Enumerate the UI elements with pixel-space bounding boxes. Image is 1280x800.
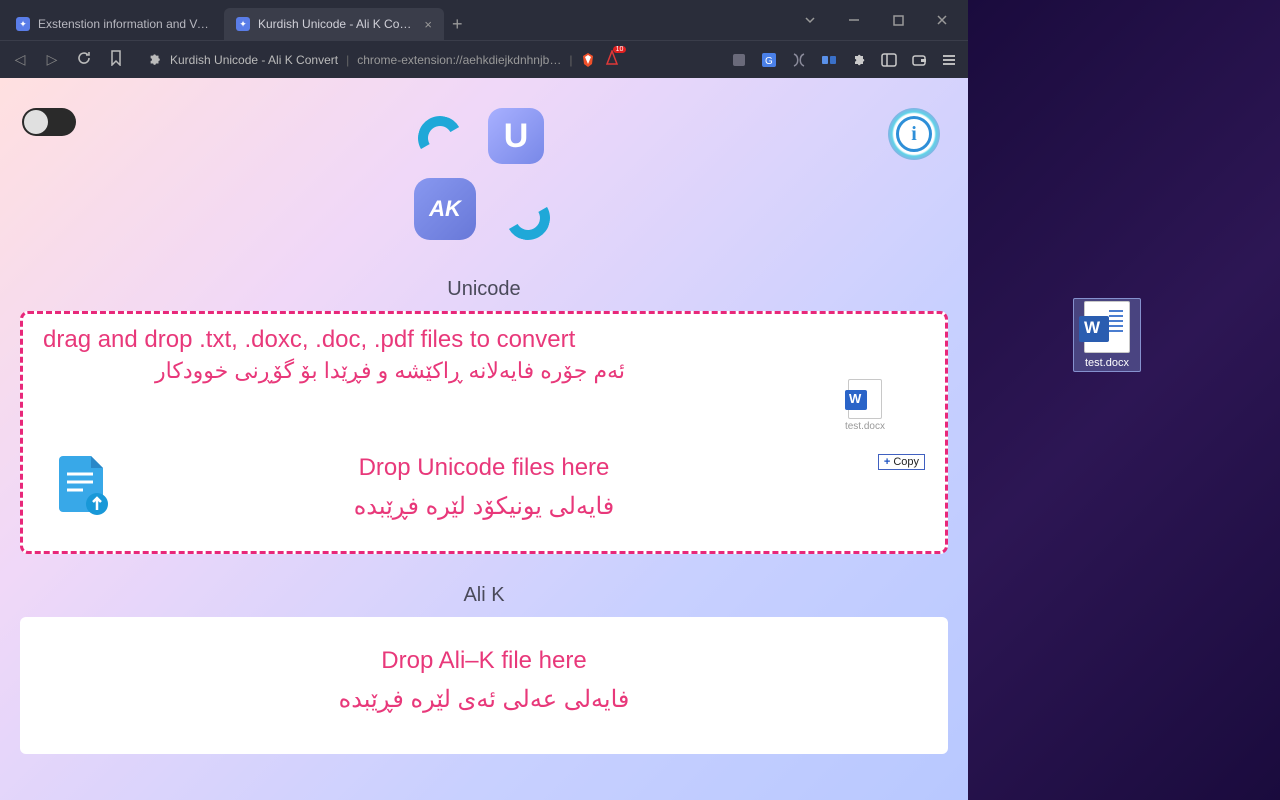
shield-badge: 10 bbox=[613, 46, 627, 53]
sidebar-icon[interactable] bbox=[880, 51, 898, 69]
address-bar[interactable]: Kurdish Unicode - Ali K Convert | chrome… bbox=[138, 46, 718, 73]
shield-icon[interactable]: 10 bbox=[604, 50, 620, 69]
plus-icon: + bbox=[884, 456, 890, 468]
desktop[interactable]: test.docx bbox=[968, 0, 1280, 800]
tab-title: Exstenstion information and Version bbox=[38, 17, 212, 31]
svg-text:G: G bbox=[765, 56, 773, 67]
page-content: i U AK Unicode drag and drop .txt, .doxc… bbox=[0, 78, 968, 800]
extension-icon bbox=[148, 53, 162, 67]
brave-icon[interactable] bbox=[580, 52, 596, 68]
drop-label-en: Drop Unicode files here bbox=[43, 454, 925, 482]
window-minimize-icon[interactable] bbox=[832, 5, 876, 35]
browser-window: ✦ Exstenstion information and Version ✦ … bbox=[0, 0, 968, 800]
ext-translate-icon[interactable]: G bbox=[760, 51, 778, 69]
info-button[interactable]: i bbox=[888, 108, 940, 160]
ext-icon[interactable] bbox=[730, 51, 748, 69]
drop-label-ku: فایەلی عەلی ئەی لێرە فڕێبدە bbox=[40, 685, 928, 714]
drag-preview: test.docx bbox=[845, 379, 885, 432]
window-controls bbox=[788, 5, 964, 35]
tab-title: Kurdish Unicode - Ali K Converter bbox=[258, 17, 416, 31]
drag-copy-label: Copy bbox=[893, 456, 919, 468]
logo-arc-icon bbox=[413, 111, 467, 165]
unicode-drop-zone[interactable]: drag and drop .txt, .doxc, .doc, .pdf fi… bbox=[20, 311, 948, 554]
desktop-file-name: test.docx bbox=[1076, 357, 1138, 369]
extension-tray: G bbox=[730, 51, 958, 69]
ext-icon[interactable] bbox=[790, 51, 808, 69]
word-file-icon bbox=[1084, 301, 1130, 353]
back-button[interactable]: ◁ bbox=[10, 51, 30, 68]
drag-copy-tooltip: + Copy bbox=[878, 454, 925, 470]
drop-hint-ku: ئەم جۆرە فایەلانە ڕاکێشە و فڕێدا بۆ گۆڕن… bbox=[43, 358, 925, 384]
file-upload-icon bbox=[53, 454, 109, 521]
section-label-alik: Ali K bbox=[0, 584, 968, 607]
logo-unicode-tile: U bbox=[488, 108, 544, 164]
drag-file-name: test.docx bbox=[845, 421, 885, 432]
bookmark-button[interactable] bbox=[106, 50, 126, 69]
word-file-icon bbox=[848, 379, 882, 419]
ext-icon[interactable] bbox=[820, 51, 838, 69]
window-close-icon[interactable] bbox=[920, 5, 964, 35]
logo-arc-icon bbox=[501, 191, 555, 245]
tab-favicon: ✦ bbox=[236, 17, 250, 31]
drop-label-ku: فایەلی یونیکۆد لێرە فڕێبدە bbox=[43, 492, 925, 521]
tab-extension-info[interactable]: ✦ Exstenstion information and Version bbox=[4, 8, 224, 40]
window-chevron-icon[interactable] bbox=[788, 5, 832, 35]
new-tab-button[interactable]: + bbox=[444, 14, 471, 35]
dark-mode-toggle[interactable] bbox=[22, 108, 76, 136]
info-icon: i bbox=[896, 116, 932, 152]
app-logo: U AK bbox=[414, 108, 554, 248]
tab-strip: ✦ Exstenstion information and Version ✦ … bbox=[0, 0, 968, 40]
tab-favicon: ✦ bbox=[16, 17, 30, 31]
address-title: Kurdish Unicode - Ali K Convert bbox=[170, 53, 338, 67]
tab-converter[interactable]: ✦ Kurdish Unicode - Ali K Converter × bbox=[224, 8, 444, 40]
reload-button[interactable] bbox=[74, 50, 94, 69]
desktop-file[interactable]: test.docx bbox=[1073, 298, 1141, 372]
close-tab-icon[interactable]: × bbox=[424, 17, 432, 32]
forward-button[interactable]: ▷ bbox=[42, 51, 62, 68]
alik-drop-zone[interactable]: Drop Ali–K file here فایەلی عەلی ئەی لێر… bbox=[20, 617, 948, 754]
wallet-icon[interactable] bbox=[910, 51, 928, 69]
address-url: chrome-extension://aehkdiejkdnhnjb… bbox=[357, 53, 561, 67]
drop-hint-en: drag and drop .txt, .doxc, .doc, .pdf fi… bbox=[43, 326, 925, 354]
toggle-knob bbox=[24, 110, 48, 134]
window-maximize-icon[interactable] bbox=[876, 5, 920, 35]
menu-icon[interactable] bbox=[940, 51, 958, 69]
drop-label-en: Drop Ali–K file here bbox=[40, 647, 928, 675]
extensions-menu-icon[interactable] bbox=[850, 51, 868, 69]
section-label-unicode: Unicode bbox=[0, 278, 968, 301]
logo-alik-tile: AK bbox=[414, 178, 476, 240]
toolbar: ◁ ▷ Kurdish Unicode - Ali K Convert | ch… bbox=[0, 40, 968, 78]
